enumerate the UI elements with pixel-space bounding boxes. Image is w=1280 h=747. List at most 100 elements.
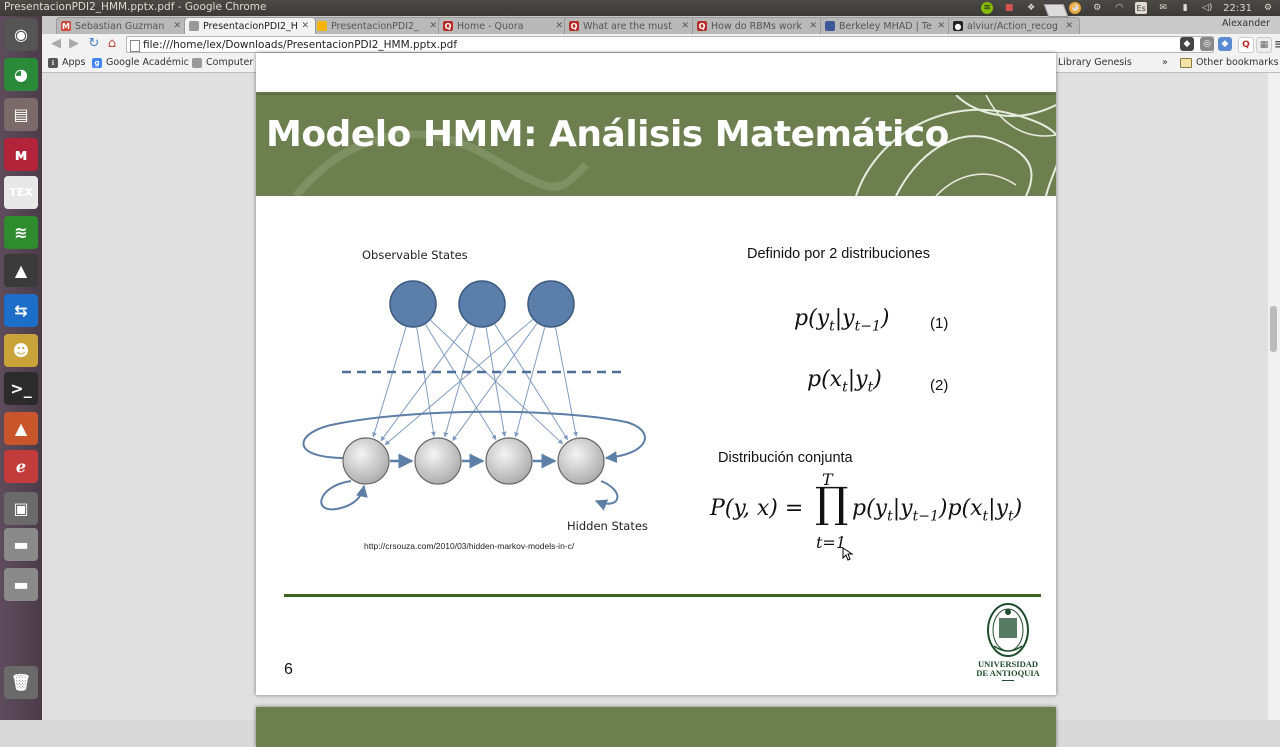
bookmark-label: Apps [62,57,86,68]
dropbox-tray-icon[interactable]: ❖ [1025,2,1037,14]
self-loop-arrow-last [594,480,619,511]
bookmarks-overflow-chevron-icon[interactable]: » [1162,57,1168,68]
bookmark-item[interactable]: Library Genesis [1044,57,1132,68]
drive-icon-2[interactable]: ▬ [4,568,38,601]
tab-close-icon[interactable]: ✕ [555,21,563,31]
inkscape-icon[interactable]: ▲ [4,254,38,287]
extension-icon-1[interactable]: ◆ [1180,37,1194,51]
emission-arrow [443,326,477,438]
unity-launcher: ◉ ◕ ▤ ᴍ TEX ≋ ▲ ⇆ ☻ >_ ▲ ℯ ▣ ▬ ▬ 🗑 [0,16,43,720]
document-viewer-icon[interactable]: ℯ [4,450,38,483]
tab-favicon-icon: ● [953,21,963,31]
scrollbar-thumb[interactable] [1270,306,1277,352]
gear-tray-icon[interactable]: ⚙ [1091,2,1103,14]
equation-2-number: (2) [930,377,949,394]
spotify-icon[interactable]: ≋ [4,216,38,249]
drive-icon[interactable]: ▬ [4,528,38,561]
tab-close-icon[interactable]: ✕ [809,21,817,31]
tab-close-icon[interactable]: ✕ [301,21,309,31]
tab-close-icon[interactable]: ✕ [1065,21,1073,31]
other-bookmarks[interactable]: Other bookmarks [1180,57,1279,68]
tab-label: Berkeley MHAD | Te [839,20,932,32]
logo-line-2: DE ANTIOQUIA [976,668,1040,678]
clock[interactable]: 22:31 [1223,3,1252,14]
previous-page [256,53,1056,95]
extension-icon-3[interactable]: ◆ [1218,37,1232,51]
trash-icon[interactable]: 🗑 [4,666,38,699]
tab-close-icon[interactable]: ✕ [937,21,945,31]
wifi-icon[interactable]: ◠ [1113,2,1125,14]
extension-icon-2[interactable]: ◎ [1200,37,1214,51]
footer-rule [284,594,1041,597]
other-bookmarks-label: Other bookmarks [1196,57,1279,68]
joint-distribution-label: Distribución conjunta [718,450,853,466]
browser-tab[interactable]: Berkeley MHAD | Te ✕ [820,17,952,34]
pidgin-icon[interactable]: ☻ [4,334,38,367]
home-icon[interactable]: ⌂ [104,36,120,52]
browser-tab[interactable]: Q Home - Quora ✕ [438,17,570,34]
emission-arrow [514,327,546,438]
camera-tray-icon[interactable]: ■ [1003,2,1015,14]
system-tray: ≋ ■ ❖ ✔ ◕ ⚙ ◠ Es ✉ ▮ ◁) 22:31 ⚙ [981,0,1274,16]
defined-by-label: Definido por 2 distribuciones [747,246,930,262]
tab-label: Sebastian Guzman [75,20,165,32]
dash-icon[interactable]: ◉ [4,18,38,51]
next-page [256,707,1056,747]
emission-arrow [494,324,569,441]
bookmark-label: Library Genesis [1058,57,1132,68]
browser-tab[interactable]: Q How do RBMs work ✕ [692,17,824,34]
pdf-viewer[interactable]: Modelo HMM: Análisis Matemático Observab… [42,53,1280,747]
address-bar[interactable]: file:///home/lex/Downloads/PresentacionP… [126,36,1214,53]
browser-tab[interactable]: PresentacionPDI2_H ✕ [184,17,316,34]
emission-arrow [425,324,497,441]
browser-tab[interactable]: PresentacionPDI2_ ✕ [312,17,444,34]
forward-arrow-icon[interactable]: ▶ [66,36,82,52]
browser-tab[interactable]: Q What are the must ✕ [564,17,696,34]
teamviewer-icon[interactable]: ⇆ [4,294,38,327]
tab-close-icon[interactable]: ✕ [173,21,181,31]
chrome-icon[interactable]: ◕ [4,58,38,91]
self-loop-arrow-first [320,480,368,511]
quora-extension-icon[interactable]: Q [1238,37,1254,53]
observable-state-node [389,280,437,328]
tab-favicon-icon: Q [569,21,579,31]
tab-close-icon[interactable]: ✕ [429,21,437,31]
tab-favicon-icon [825,21,835,31]
spotify-tray-icon[interactable]: ≋ [981,2,994,14]
files-icon[interactable]: ▤ [4,98,38,131]
address-url: file:///home/lex/Downloads/PresentacionP… [143,39,458,51]
power-gear-icon[interactable]: ⚙ [1262,2,1274,14]
workspace-icon[interactable]: ▣ [4,492,38,525]
joint-equation-lhs: P(y, x) = [710,496,804,521]
terminal-icon[interactable]: >_ [4,372,38,405]
mail-icon[interactable]: ✉ [1157,2,1169,14]
bookmark-item[interactable]: g Google Académic [92,57,189,68]
scrollbar[interactable] [1268,73,1280,720]
bookmark-item[interactable]: ⁝ Apps [48,57,86,68]
new-tab-button[interactable] [1043,4,1069,17]
tex-icon[interactable]: TEX [4,176,38,209]
volume-icon[interactable]: ◁) [1201,2,1213,14]
menu-icon[interactable]: ≡ [1272,37,1280,51]
tab-close-icon[interactable]: ✕ [681,21,689,31]
battery-icon[interactable]: ▮ [1179,2,1191,14]
emission-arrow [416,327,436,437]
mendeley-icon[interactable]: ᴍ [4,138,38,171]
browser-tab[interactable]: M Sebastian Guzman ✕ [56,17,188,34]
back-arrow-icon[interactable]: ◀ [48,36,64,52]
chrome-tray-icon[interactable]: ◕ [1069,2,1082,14]
page-icon [130,40,140,52]
hmm-diagram: Observable States Hidden States http://c… [302,248,648,551]
hidden-state-node [557,437,605,485]
page-number: 6 [284,661,293,678]
user-name: Alexander [1221,18,1270,29]
reload-icon[interactable]: ↻ [86,36,102,52]
keyboard-layout-icon[interactable]: Es [1135,2,1148,14]
tab-favicon-icon [317,21,327,31]
hidden-state-node [485,437,533,485]
emission-arrow [452,323,538,442]
logo-underline [1002,680,1014,681]
matlab-icon[interactable]: ▲ [4,412,38,445]
browser-tab[interactable]: ● alviur/Action_recog ✕ [948,17,1080,34]
extension-icon-5[interactable]: ▦ [1256,37,1272,53]
